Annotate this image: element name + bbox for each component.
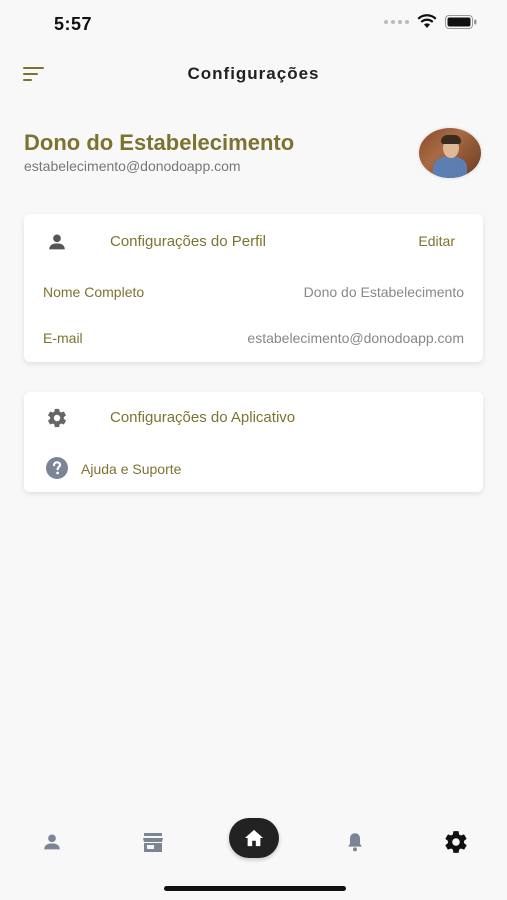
field-row-email: E-mail estabelecimento@donodoapp.com [24, 320, 483, 360]
help-icon [44, 455, 70, 481]
profile-section: Dono do Estabelecimento estabelecimento@… [24, 126, 483, 190]
app-settings-card: Configurações do Aplicativo Ajuda e Supo… [24, 392, 483, 492]
nav-notifications[interactable] [341, 828, 369, 856]
profile-name: Dono do Estabelecimento [24, 130, 295, 155]
help-support-row[interactable]: Ajuda e Suporte [24, 448, 483, 488]
battery-icon [445, 14, 477, 29]
profile-settings-header: Configurações do Perfil Editar [24, 222, 483, 262]
nav-settings[interactable] [442, 828, 470, 856]
profile-email: estabelecimento@donodoapp.com [24, 158, 241, 174]
person-icon [44, 834, 60, 850]
wifi-icon [417, 14, 437, 28]
person-icon [44, 229, 70, 255]
profile-settings-card: Configurações do Perfil Editar Nome Comp… [24, 214, 483, 362]
email-label: E-mail [43, 330, 83, 346]
header: Configurações [0, 56, 507, 92]
bell-icon [348, 833, 362, 852]
nav-home[interactable] [229, 818, 279, 858]
app-settings-title: Configurações do Aplicativo [110, 409, 296, 426]
cellular-signal-icon [384, 19, 409, 24]
status-time: 5:57 [54, 14, 93, 34]
nav-profile[interactable] [38, 828, 66, 856]
full-name-label: Nome Completo [43, 284, 145, 300]
profile-settings-title: Configurações do Perfil [110, 233, 266, 250]
help-support-label: Ajuda e Suporte [81, 461, 182, 477]
status-icons [384, 14, 477, 29]
full-name-value: Dono do Estabelecimento [303, 284, 464, 300]
home-icon [244, 829, 264, 847]
edit-button[interactable]: Editar [418, 233, 455, 249]
status-bar: 5:57 [0, 0, 507, 48]
bottom-nav [0, 812, 507, 872]
gear-icon [445, 831, 467, 853]
app-settings-row[interactable]: Configurações do Aplicativo [24, 398, 483, 438]
home-indicator [164, 886, 346, 891]
page-title: Configurações [187, 64, 320, 83]
store-icon [143, 833, 163, 852]
avatar[interactable] [417, 126, 483, 180]
gear-icon [44, 405, 70, 431]
field-row-full-name: Nome Completo Dono do Estabelecimento [24, 274, 483, 314]
email-value: estabelecimento@donodoapp.com [247, 330, 464, 346]
nav-store[interactable] [139, 828, 167, 856]
